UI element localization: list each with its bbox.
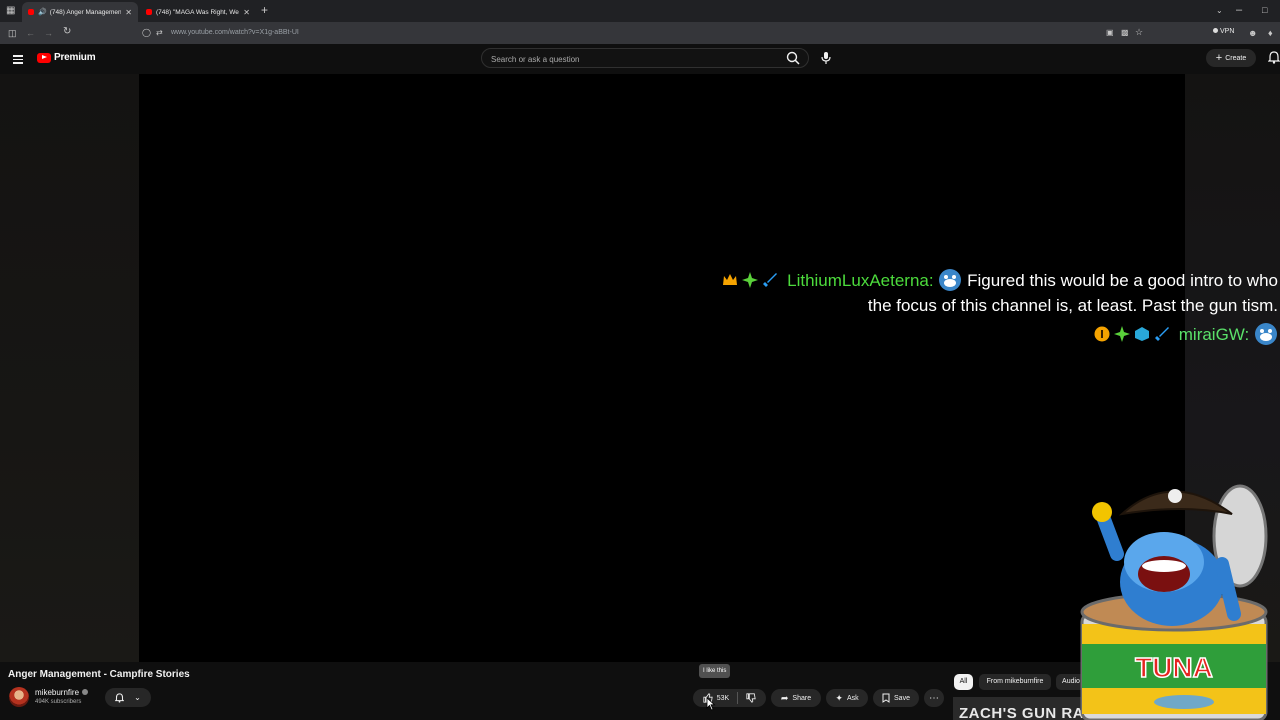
tab-list-chevron-icon[interactable]: ⌄ xyxy=(1216,6,1223,16)
like-dislike-group: 53K xyxy=(693,689,766,707)
tuna-pirate-fish-sticker: TUNA xyxy=(1080,484,1268,720)
close-tab-icon[interactable]: ✕ xyxy=(243,8,250,17)
url-host: www.youtube.com xyxy=(171,29,228,36)
mouse-cursor-icon xyxy=(706,697,716,711)
microphone-icon[interactable] xyxy=(820,51,832,65)
crown-badge-icon xyxy=(723,274,738,285)
vpn-button[interactable]: VPN xyxy=(1213,28,1234,35)
subscribed-notifications-button[interactable]: ⌄ xyxy=(105,688,151,707)
sword-badge-icon xyxy=(1155,327,1170,341)
sparkle-icon: ✦ xyxy=(835,692,843,703)
url-field[interactable]: www.youtube.com/watch?v=X1g-aBBt-UI xyxy=(171,25,1121,41)
like-count: 53K xyxy=(716,694,730,702)
forward-arrow-icon[interactable]: → xyxy=(44,28,53,38)
youtube-favicon-icon xyxy=(28,9,34,15)
sword-badge-icon xyxy=(763,273,778,287)
tab-maga-was-right[interactable]: (748) "MAGA Was Right, We W ✕ xyxy=(140,2,256,22)
tune-settings-icon[interactable]: ⇄ xyxy=(156,28,163,38)
screenshot-icon[interactable]: ▩ xyxy=(1121,28,1129,38)
search-icon[interactable] xyxy=(786,51,800,65)
ask-button[interactable]: ✦ Ask xyxy=(826,689,868,707)
laughing-fish-emote-icon xyxy=(1255,323,1277,345)
rank-one-badge-icon xyxy=(1094,326,1110,342)
chat-message: LithiumLuxAeterna: Figured this would be… xyxy=(722,268,1278,292)
verified-badge-icon xyxy=(82,689,89,695)
back-arrow-icon[interactable]: ← xyxy=(26,28,35,38)
laughing-fish-emote-icon xyxy=(939,269,962,291)
youtube-premium-logo[interactable]: Premium xyxy=(37,52,96,63)
chip-from-channel[interactable]: From mikeburnfire xyxy=(979,674,1051,690)
close-tab-icon[interactable]: ✕ xyxy=(125,8,132,17)
channel-avatar[interactable] xyxy=(9,687,29,707)
more-dots-icon: ⋯ xyxy=(929,692,939,704)
sidebar-toggle-icon[interactable]: ◫ xyxy=(8,28,17,38)
bookmark-icon xyxy=(882,693,890,703)
hamburger-menu-icon[interactable] xyxy=(13,53,23,66)
chat-message-text: the focus of this channel is, at least. … xyxy=(867,296,1278,315)
profile-icon[interactable]: ☻ xyxy=(1248,28,1257,38)
like-tooltip: I like this xyxy=(699,664,731,678)
maximize-icon[interactable]: □ xyxy=(1262,5,1267,15)
vpn-status-icon xyxy=(1213,28,1218,33)
subscriber-count: 494K subscribers xyxy=(35,699,82,705)
sparkle-badge-icon xyxy=(742,272,759,288)
share-button[interactable]: ➦ Share xyxy=(771,689,821,707)
youtube-play-logo-icon xyxy=(37,52,51,63)
sparkle-badge-icon xyxy=(1114,326,1131,342)
video-title: Anger Management - Campfire Stories xyxy=(8,669,190,680)
channel-name[interactable]: mikeburnfire xyxy=(35,688,89,697)
ambient-left-panel xyxy=(0,74,139,662)
tab-anger-management[interactable]: 🔊 (748) Anger Management - ✕ xyxy=(22,2,138,22)
youtube-favicon-icon xyxy=(146,9,152,15)
bookmark-star-icon[interactable]: ☆ xyxy=(1135,27,1143,37)
audio-playing-icon[interactable]: 🔊 xyxy=(38,8,47,16)
tab-search-icon[interactable]: ▦ xyxy=(6,6,15,16)
new-tab-icon[interactable]: + xyxy=(261,4,268,16)
search-box xyxy=(481,48,809,68)
create-button[interactable]: + Create xyxy=(1206,49,1256,67)
like-divider xyxy=(737,692,739,704)
thumbs-down-icon[interactable] xyxy=(746,693,756,703)
reload-icon[interactable]: ↻ xyxy=(63,27,71,37)
chat-message-continued: the focus of this channel is, at least. … xyxy=(868,296,1278,316)
chat-username: LithiumLuxAeterna: xyxy=(787,271,934,290)
bell-icon xyxy=(115,692,125,703)
notifications-bell-icon[interactable] xyxy=(1268,51,1280,64)
share-arrow-icon: ➦ xyxy=(780,692,789,703)
minimize-icon[interactable]: – xyxy=(1236,5,1242,16)
video-player[interactable] xyxy=(139,74,1185,662)
site-info-shield-icon[interactable]: ◯ xyxy=(142,28,151,38)
more-actions-button[interactable]: ⋯ xyxy=(924,689,944,707)
chat-username: miraiGW: xyxy=(1178,325,1250,344)
chip-all[interactable]: All xyxy=(954,674,973,690)
sticker-tuna-text: TUNA xyxy=(1135,652,1213,683)
cube-badge-icon xyxy=(1135,327,1150,341)
chat-message: miraiGW: xyxy=(1094,322,1278,346)
url-path: /watch?v=X1g-aBBt-UI xyxy=(227,29,299,36)
chat-message-text: Figured this would be a good intro to wh… xyxy=(967,271,1278,290)
save-button[interactable]: Save xyxy=(873,689,919,707)
extensions-icon[interactable]: ♦ xyxy=(1268,28,1273,38)
search-input[interactable] xyxy=(489,51,783,67)
chevron-down-icon: ⌄ xyxy=(134,693,141,702)
plus-icon: + xyxy=(1215,52,1223,64)
picture-in-picture-icon[interactable]: ▣ xyxy=(1106,28,1114,38)
